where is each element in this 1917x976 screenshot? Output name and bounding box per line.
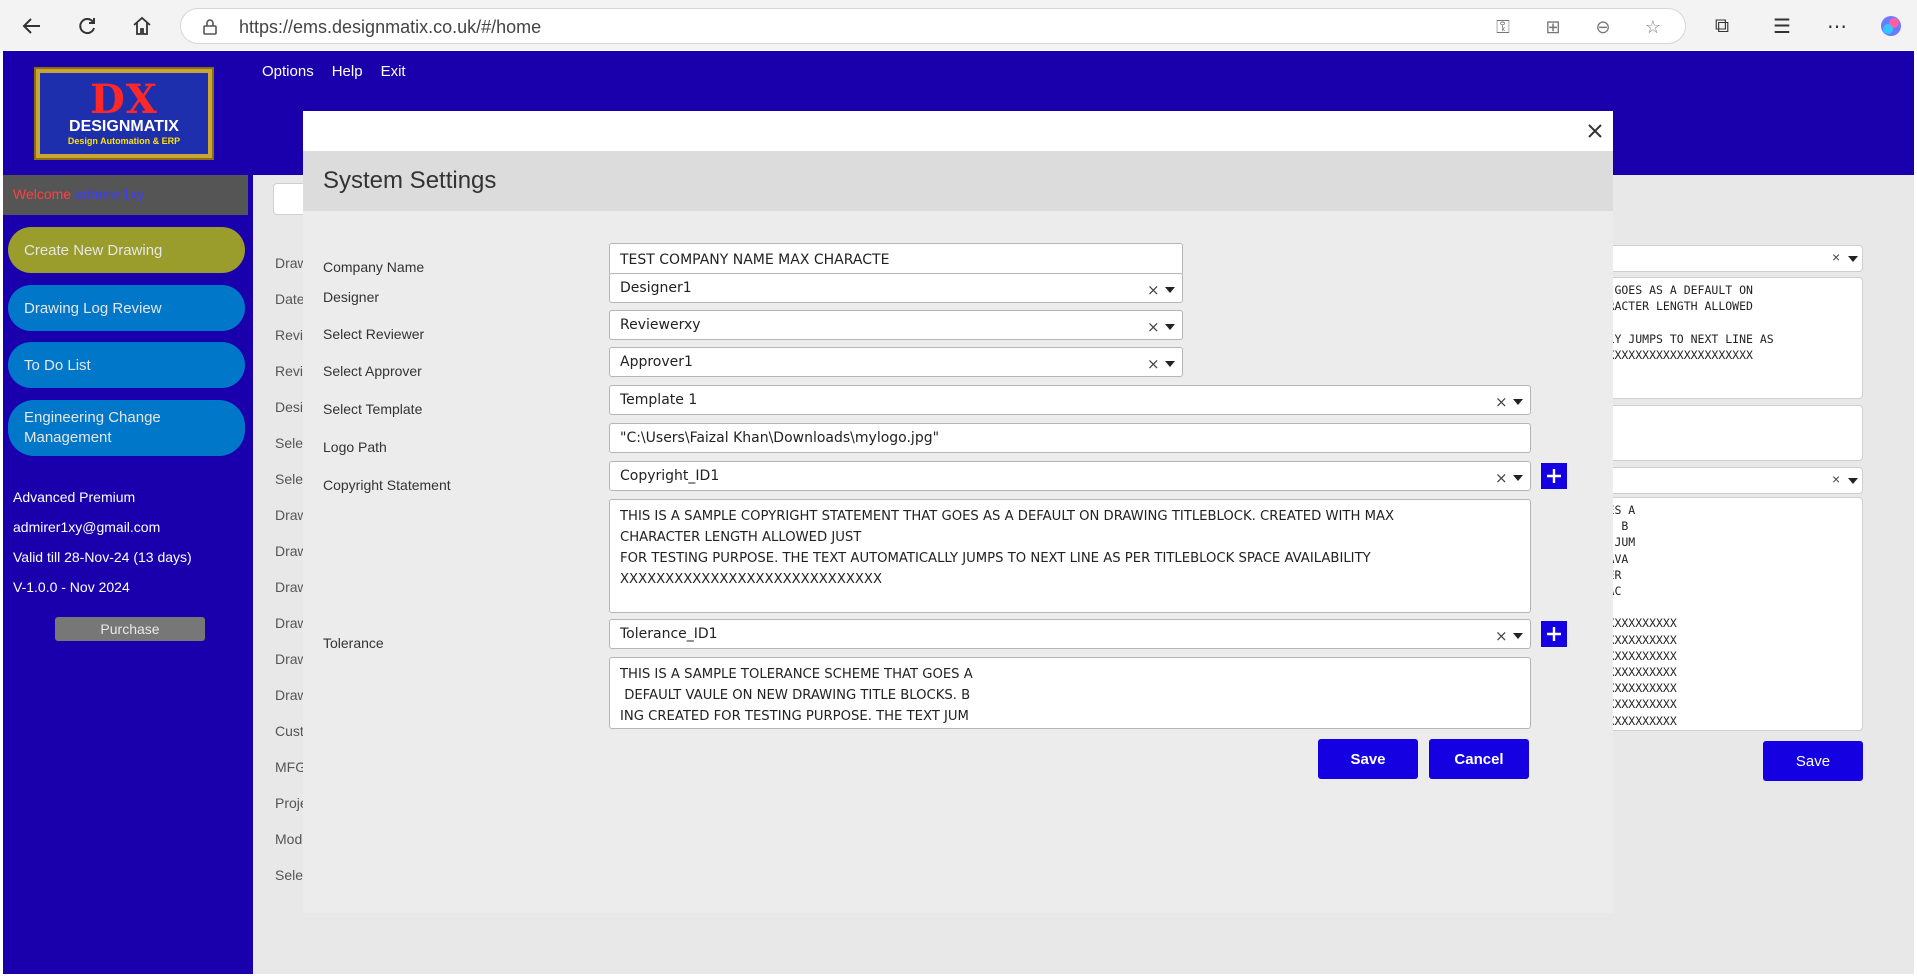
chevron-down-icon[interactable] bbox=[1165, 287, 1175, 293]
chevron-down-icon[interactable] bbox=[1165, 361, 1175, 367]
purchase-button[interactable]: Purchase bbox=[55, 617, 205, 641]
company-name-label: Company Name bbox=[323, 259, 425, 275]
background-save-button[interactable]: Save bbox=[1763, 741, 1863, 781]
modal-titlebar: System Settings bbox=[303, 151, 1613, 211]
logo-name: DESIGNMATIX bbox=[69, 117, 179, 135]
zoom-out-icon[interactable]: ⊖ bbox=[1589, 15, 1617, 39]
drawing-log-review-button[interactable]: Drawing Log Review bbox=[8, 285, 245, 331]
background-label: Date bbox=[275, 291, 305, 307]
username: admirer1xy bbox=[74, 186, 145, 202]
home-icon[interactable] bbox=[124, 8, 160, 44]
plan-name: Advanced Premium bbox=[13, 489, 136, 505]
company-logo: DX DESIGNMATIX Design Automation & ERP bbox=[34, 67, 214, 160]
reviewer-label: Select Reviewer bbox=[323, 326, 425, 342]
designer-select[interactable]: Designer1 × bbox=[609, 273, 1183, 303]
key-icon[interactable]: ⚿ bbox=[1489, 15, 1517, 39]
favorite-star-icon[interactable]: ☆ bbox=[1639, 15, 1667, 39]
logo-path-input[interactable]: "C:\Users\Faizal Khan\Downloads\mylogo.j… bbox=[609, 423, 1531, 453]
engineering-change-management-button[interactable]: Engineering Change Management bbox=[8, 400, 245, 456]
template-label: Select Template bbox=[323, 401, 423, 417]
tolerance-textarea[interactable]: THIS IS A SAMPLE TOLERANCE SCHEME THAT G… bbox=[609, 657, 1531, 729]
address-bar[interactable]: https://ems.designmatix.co.uk/#/home ⚿ ⊞… bbox=[180, 8, 1686, 44]
background-label: MFG bbox=[275, 759, 307, 775]
tolerance-label: Tolerance bbox=[323, 635, 384, 651]
logo-mark: DX bbox=[90, 75, 158, 123]
approver-select[interactable]: Approver1 × bbox=[609, 347, 1183, 377]
cancel-button[interactable]: Cancel bbox=[1429, 739, 1529, 779]
modal-header bbox=[303, 111, 1613, 151]
copyright-label: Copyright Statement bbox=[323, 477, 451, 493]
browser-toolbar: https://ems.designmatix.co.uk/#/home ⚿ ⊞… bbox=[0, 0, 1917, 50]
clear-copyright-icon[interactable]: × bbox=[1495, 469, 1508, 487]
refresh-icon[interactable] bbox=[69, 8, 105, 44]
tolerance-value: Tolerance_ID1 bbox=[620, 626, 718, 642]
extensions-icon[interactable]: ⧉ bbox=[1704, 8, 1740, 44]
copyright-select[interactable]: Copyright_ID1 × bbox=[609, 461, 1531, 491]
to-do-list-button[interactable]: To Do List bbox=[8, 342, 245, 388]
clear-reviewer-icon[interactable]: × bbox=[1147, 318, 1160, 336]
top-menu: Options Help Exit bbox=[262, 63, 406, 80]
close-icon[interactable] bbox=[1583, 119, 1607, 143]
app: DX DESIGNMATIX Design Automation & ERP O… bbox=[3, 51, 1914, 974]
clear-approver-icon[interactable]: × bbox=[1147, 355, 1160, 373]
sidebar: Welcome admirer1xy Create New Drawing Dr… bbox=[3, 175, 253, 974]
system-settings-modal: System Settings Company Name TEST COMPAN… bbox=[303, 111, 1613, 913]
logo-path-label: Logo Path bbox=[323, 439, 387, 455]
welcome-bar: Welcome admirer1xy bbox=[3, 175, 248, 215]
approver-value: Approver1 bbox=[620, 354, 693, 370]
back-icon[interactable] bbox=[14, 8, 50, 44]
chevron-down-icon[interactable] bbox=[1513, 399, 1523, 405]
menu-help[interactable]: Help bbox=[332, 63, 363, 80]
create-new-drawing-button[interactable]: Create New Drawing bbox=[8, 227, 245, 273]
more-menu-icon[interactable]: ⋯ bbox=[1819, 8, 1855, 44]
template-value: Template 1 bbox=[620, 392, 698, 408]
modal-title: System Settings bbox=[323, 167, 497, 194]
reviewer-select[interactable]: Reviewerxy × bbox=[609, 310, 1183, 340]
chevron-down-icon[interactable] bbox=[1513, 475, 1523, 481]
approver-label: Select Approver bbox=[323, 363, 422, 379]
copyright-textarea[interactable]: THIS IS A SAMPLE COPYRIGHT STATEMENT THA… bbox=[609, 499, 1531, 613]
menu-exit[interactable]: Exit bbox=[381, 63, 406, 80]
clear-designer-icon[interactable]: × bbox=[1147, 281, 1160, 299]
company-name-input[interactable]: TEST COMPANY NAME MAX CHARACTE bbox=[609, 243, 1183, 276]
designer-value: Designer1 bbox=[620, 280, 692, 296]
clear-template-icon[interactable]: × bbox=[1495, 393, 1508, 411]
chevron-down-icon[interactable] bbox=[1513, 633, 1523, 639]
tolerance-select[interactable]: Tolerance_ID1 × bbox=[609, 619, 1531, 649]
add-copyright-button[interactable] bbox=[1541, 463, 1567, 489]
background-label: Mod bbox=[275, 831, 303, 847]
save-button[interactable]: Save bbox=[1318, 739, 1418, 779]
template-select[interactable]: Template 1 × bbox=[609, 385, 1531, 415]
copyright-value: Copyright_ID1 bbox=[620, 468, 720, 484]
url-text: https://ems.designmatix.co.uk/#/home bbox=[239, 17, 542, 37]
chevron-down-icon[interactable] bbox=[1165, 324, 1175, 330]
logo-tagline: Design Automation & ERP bbox=[67, 135, 181, 146]
menu-options[interactable]: Options bbox=[262, 63, 314, 80]
copilot-icon[interactable] bbox=[1873, 8, 1909, 44]
validity-text: Valid till 28-Nov-24 (13 days) bbox=[13, 549, 192, 565]
welcome-label: Welcome bbox=[13, 186, 72, 202]
lock-icon bbox=[203, 19, 217, 35]
clear-tolerance-icon[interactable]: × bbox=[1495, 627, 1508, 645]
add-tolerance-button[interactable] bbox=[1541, 621, 1567, 647]
reviewer-value: Reviewerxy bbox=[620, 317, 701, 333]
user-email: admirer1xy@gmail.com bbox=[13, 519, 161, 535]
designer-label: Designer bbox=[323, 289, 380, 305]
favorites-icon[interactable]: ☰ bbox=[1764, 8, 1800, 44]
apps-icon[interactable]: ⊞ bbox=[1539, 15, 1567, 39]
background-label: Cust bbox=[275, 723, 304, 739]
version-text: V-1.0.0 - Nov 2024 bbox=[13, 579, 130, 595]
